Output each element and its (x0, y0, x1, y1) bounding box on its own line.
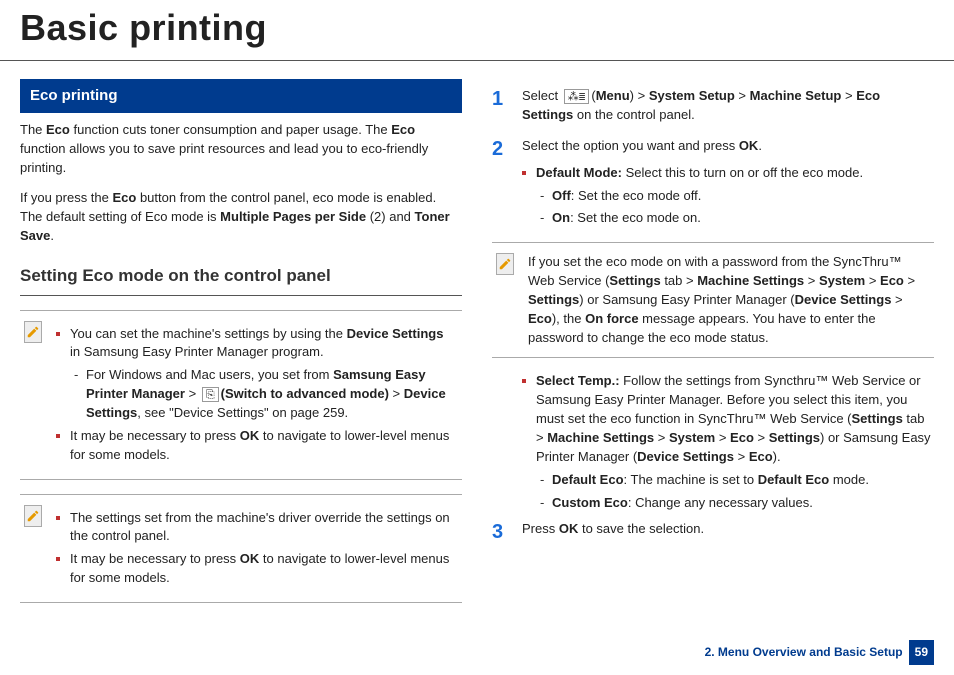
select-temp-bullet: Select Temp.: Follow the settings from S… (522, 372, 934, 512)
note2-bullet-2: It may be necessary to press OK to navig… (56, 550, 456, 588)
switch-mode-icon: ⎘ (202, 387, 219, 402)
note1-bullet-1: You can set the machine's settings by us… (56, 325, 456, 423)
on-item: On: Set the eco mode on. (536, 209, 934, 228)
intro-paragraph-1: The Eco function cuts toner consumption … (20, 121, 462, 178)
step-3: 3 Press OK to save the selection. (492, 520, 934, 539)
sub-heading: Setting Eco mode on the control panel (20, 264, 462, 289)
default-mode-bullet: Default Mode: Select this to turn on or … (522, 164, 934, 229)
off-item: Off: Set the eco mode off. (536, 187, 934, 206)
step-number: 3 (492, 518, 503, 547)
page-footer: 2. Menu Overview and Basic Setup 59 (705, 640, 934, 665)
page-title: Basic printing (0, 0, 954, 61)
note-box-3: If you set the eco mode on with a passwo… (492, 242, 934, 358)
custom-eco-item: Custom Eco: Change any necessary values. (536, 494, 934, 513)
step-number: 1 (492, 85, 503, 114)
note-box-2: The settings set from the machine's driv… (20, 494, 462, 603)
note3-text: If you set the eco mode on with a passwo… (528, 253, 928, 347)
pencil-note-icon (496, 253, 514, 275)
left-column: Eco printing The Eco function cuts toner… (20, 79, 462, 617)
note2-bullet-1: The settings set from the machine's driv… (56, 509, 456, 547)
menu-icon: ⁂≣ (564, 89, 590, 104)
note1-dash-1: For Windows and Mac users, you set from … (70, 366, 456, 423)
step-2: 2 Select the option you want and press O… (492, 137, 934, 228)
note-box-1: You can set the machine's settings by us… (20, 310, 462, 480)
pencil-note-icon (24, 321, 42, 343)
footer-chapter: 2. Menu Overview and Basic Setup (705, 640, 903, 665)
footer-page-number: 59 (909, 640, 934, 665)
note1-bullet-2: It may be necessary to press OK to navig… (56, 427, 456, 465)
pencil-note-icon (24, 505, 42, 527)
step-number: 2 (492, 135, 503, 164)
section-header: Eco printing (20, 79, 462, 113)
right-column: 1 Select ⁂≣(Menu) > System Setup > Machi… (492, 79, 934, 617)
default-eco-item: Default Eco: The machine is set to Defau… (536, 471, 934, 490)
intro-paragraph-2: If you press the Eco button from the con… (20, 189, 462, 246)
step-1: 1 Select ⁂≣(Menu) > System Setup > Machi… (492, 87, 934, 125)
